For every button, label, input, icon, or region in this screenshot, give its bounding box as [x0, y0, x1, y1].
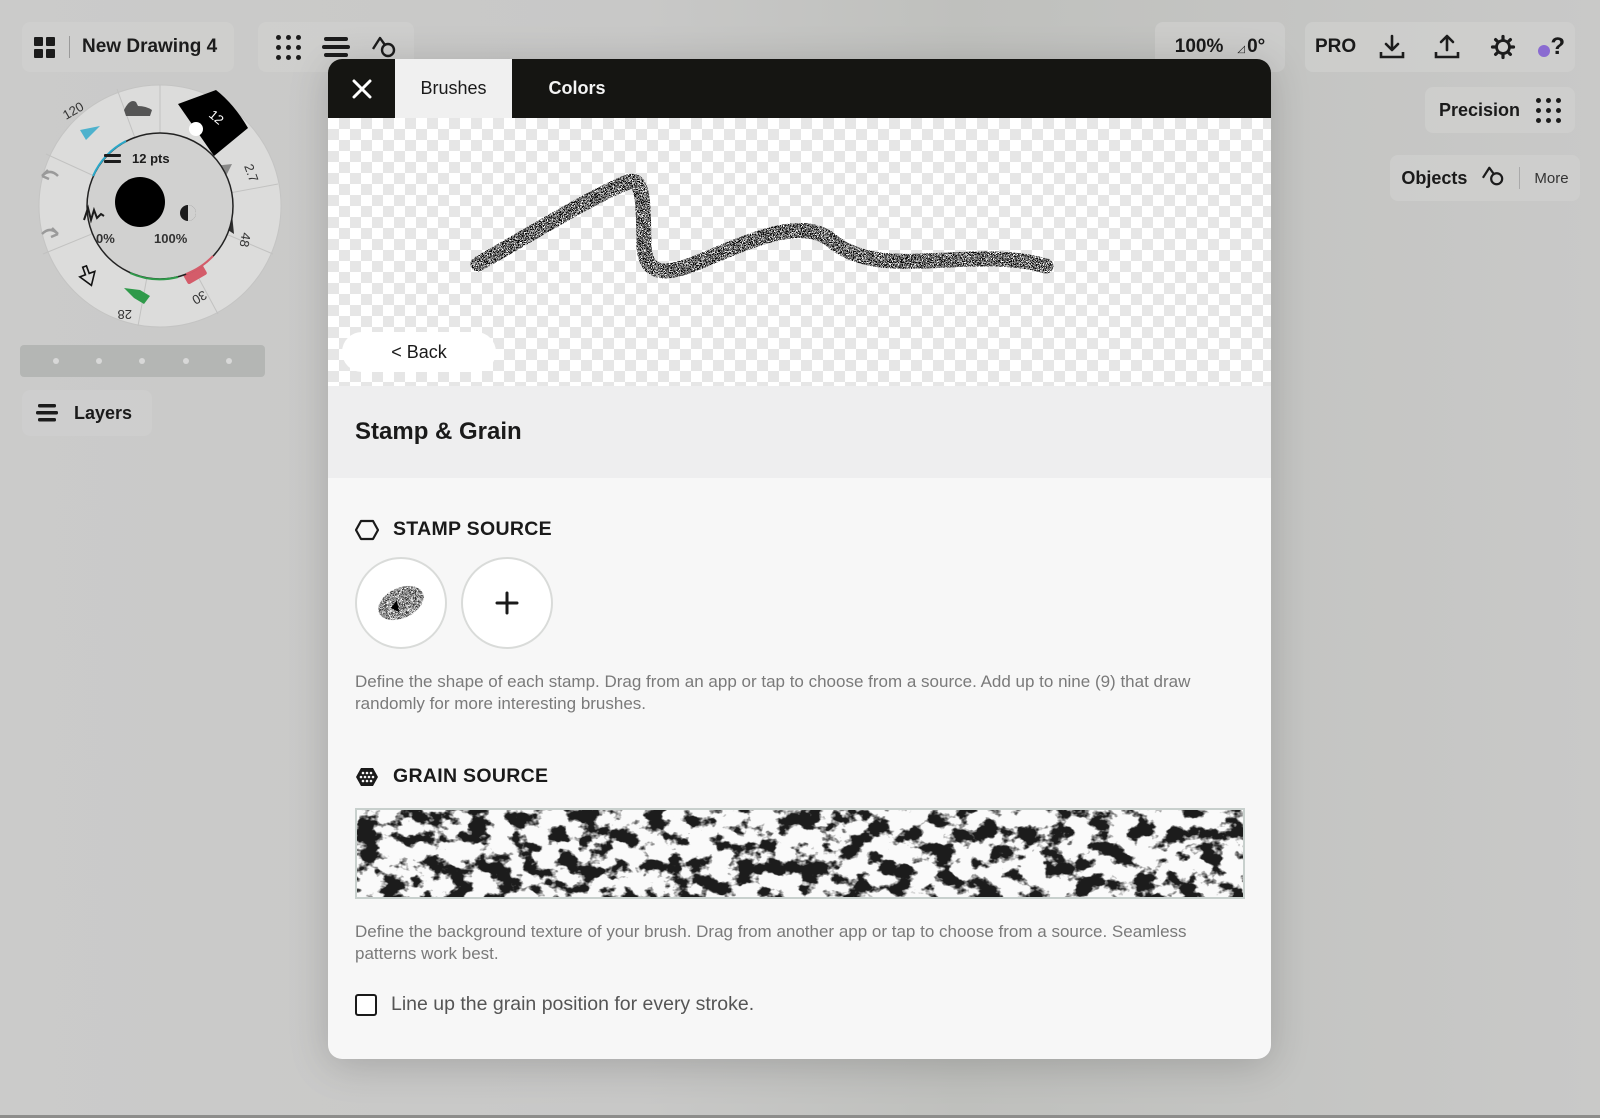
tab-brushes[interactable]: Brushes: [395, 59, 512, 118]
smoothing-value[interactable]: 0%: [96, 231, 115, 246]
size-handle-icon: [104, 154, 121, 157]
rotation-readout[interactable]: ◿ 0°: [1237, 36, 1265, 58]
section-header: Stamp & Grain: [328, 386, 1271, 478]
stamp-shape-icon: [378, 586, 424, 620]
plus-icon: [495, 591, 519, 615]
pen-tip-icon: [189, 122, 203, 136]
opacity-value[interactable]: 100%: [154, 231, 188, 246]
more-button[interactable]: More: [1534, 170, 1568, 187]
angle-icon: ◿: [1237, 44, 1246, 55]
align-grain-option: Line up the grain position for every str…: [355, 993, 1244, 1016]
pro-button[interactable]: PRO: [1315, 36, 1356, 58]
objects-shapes-icon[interactable]: [1481, 165, 1505, 192]
divider: [69, 36, 70, 58]
brush-preview: < Back: [328, 118, 1271, 386]
gallery-grid-icon[interactable]: [34, 36, 55, 58]
tab-colors[interactable]: Colors: [512, 59, 642, 118]
hexagon-grid-icon: [356, 767, 378, 786]
section-title: Stamp & Grain: [355, 418, 522, 445]
current-color-swatch[interactable]: [115, 177, 165, 227]
document-title[interactable]: New Drawing 4: [82, 36, 217, 58]
preview-stroke: [470, 173, 1054, 279]
modal-header: Brushes Colors: [328, 59, 1271, 118]
stamp-source-description: Define the shape of each stamp. Drag fro…: [355, 672, 1191, 713]
brush-wheel[interactable]: 12 120 2.7 48 30 28 12 pts 0% 100%: [38, 84, 282, 328]
objects-pill: Objects More: [1390, 155, 1580, 201]
brush-size-label[interactable]: 12 pts: [132, 151, 170, 166]
grain-source-heading: GRAIN SOURCE: [393, 765, 549, 787]
layers-label: Layers: [74, 402, 133, 423]
grain-source-description: Define the background texture of your br…: [355, 922, 1187, 963]
grain-pattern: [357, 810, 1243, 897]
document-pill: New Drawing 4: [22, 22, 234, 72]
align-grain-checkbox[interactable]: [355, 993, 377, 1016]
align-grain-label[interactable]: Line up the grain position for every str…: [391, 993, 754, 1016]
layers-button[interactable]: Layers: [22, 390, 152, 436]
grain-source-header: GRAIN SOURCE: [355, 765, 1244, 788]
highlighter-size-label: 28: [118, 307, 132, 322]
precision-pill[interactable]: Precision: [1425, 87, 1575, 133]
right-toolbar: PRO ?: [1305, 22, 1575, 72]
help-button[interactable]: ?: [1538, 33, 1565, 61]
precision-label: Precision: [1438, 99, 1521, 120]
stamp-source-heading: STAMP SOURCE: [393, 518, 552, 540]
grain-texture-preview[interactable]: [355, 808, 1245, 899]
help-icon: ?: [1550, 33, 1565, 60]
airbrush-size-label: 48: [237, 231, 254, 248]
close-button[interactable]: [328, 59, 395, 118]
brush-editor-modal: Brushes Colors < Back Stamp & Grain STAM…: [328, 59, 1271, 1059]
stamp-thumbnail[interactable]: [355, 557, 447, 649]
settings-gear-icon[interactable]: [1483, 27, 1523, 67]
grid-dots-icon[interactable]: [268, 27, 308, 67]
color-history-bar[interactable]: [20, 345, 265, 377]
upload-icon[interactable]: [1427, 27, 1467, 67]
notification-dot: [1538, 45, 1551, 57]
add-stamp-button[interactable]: [461, 557, 553, 649]
zoom-level[interactable]: 100%: [1175, 36, 1224, 58]
close-icon: [352, 79, 371, 98]
back-button[interactable]: < Back: [342, 332, 496, 372]
stamp-source-header: STAMP SOURCE: [355, 518, 1244, 541]
stamp-list: [355, 557, 1244, 649]
precision-grid-icon: [1536, 97, 1562, 123]
hexagon-outline-icon: [355, 519, 379, 540]
layers-icon: [36, 404, 58, 422]
settings-content: STAMP SOURCE Define the shape of each st…: [328, 518, 1271, 1016]
divider: [1519, 167, 1521, 189]
download-icon[interactable]: [1372, 27, 1412, 67]
rotation-value: 0°: [1247, 36, 1266, 57]
objects-button[interactable]: Objects: [1401, 168, 1467, 189]
